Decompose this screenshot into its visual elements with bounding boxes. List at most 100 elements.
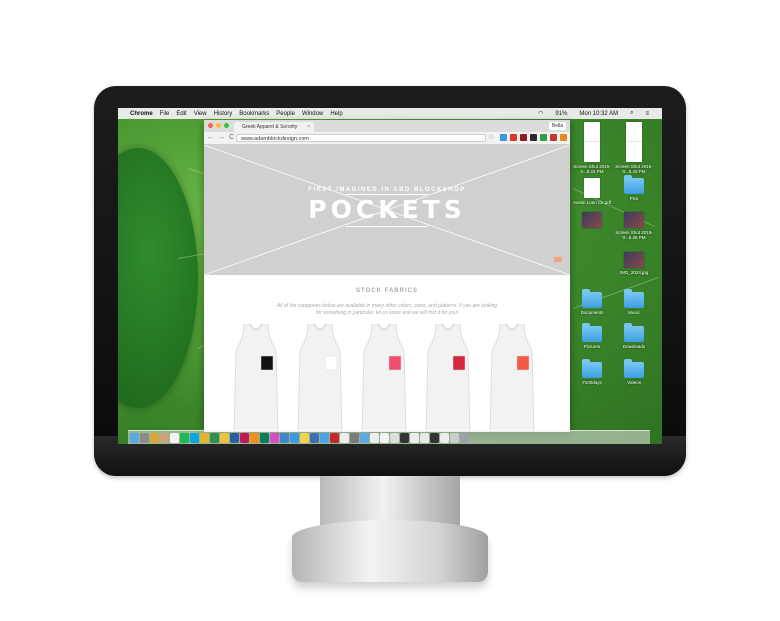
desktop-screen: Chrome File Edit View History Bookmarks …: [118, 108, 662, 444]
dock-doc8-icon[interactable]: [440, 432, 449, 443]
extension-icon[interactable]: [550, 134, 557, 141]
dock-skype-icon[interactable]: [190, 432, 199, 443]
tab-close-icon[interactable]: ×: [307, 122, 310, 132]
desktop-icon[interactable]: Music: [614, 289, 654, 315]
desktop-icon[interactable]: Austin Loan Ck.pdf: [572, 178, 612, 205]
back-button[interactable]: ←: [207, 133, 214, 143]
pink-pocket-tank[interactable]: [358, 324, 410, 432]
chrome-window: Greek Apparel & Sorority × Bella ← → C w…: [204, 120, 570, 432]
dock-spotify-icon[interactable]: [180, 432, 189, 443]
dock-calendar-icon[interactable]: [170, 432, 179, 443]
dock-doc3-icon[interactable]: [390, 432, 399, 443]
battery-label[interactable]: 91%: [555, 111, 567, 117]
clock-label[interactable]: Mon 10:32 AM: [579, 111, 618, 117]
menu-history[interactable]: History: [214, 111, 233, 117]
dock-doc7-icon[interactable]: [430, 432, 439, 443]
dock-finder-icon[interactable]: [130, 432, 139, 443]
menu-view[interactable]: View: [194, 111, 207, 117]
desktop-icon[interactable]: [572, 122, 612, 144]
dock-mail-icon[interactable]: [320, 432, 329, 443]
minimize-window-icon[interactable]: [216, 123, 221, 128]
dock-doc5-icon[interactable]: [410, 432, 419, 443]
hero-badge[interactable]: [554, 257, 562, 262]
white-pocket-tank[interactable]: [294, 324, 346, 432]
menu-file[interactable]: File: [160, 111, 170, 117]
profile-button[interactable]: Bella: [548, 122, 566, 130]
dock-contacts-icon[interactable]: [160, 432, 169, 443]
dock-trash-icon[interactable]: [460, 432, 469, 443]
zoom-window-icon[interactable]: [224, 123, 229, 128]
dock-doc6-icon[interactable]: [420, 432, 429, 443]
dock-doc4-icon[interactable]: [400, 432, 409, 443]
menu-help[interactable]: Help: [330, 111, 342, 117]
dock-notes2-icon[interactable]: [300, 432, 309, 443]
desktop-icon-label: Pictures: [583, 344, 601, 349]
coral-pocket-tank[interactable]: [486, 324, 538, 432]
document-icon: [584, 142, 600, 162]
dock-photos-icon[interactable]: [150, 432, 159, 443]
browser-tab[interactable]: Greek Apparel & Sorority ×: [234, 122, 314, 132]
dock-chrome-icon[interactable]: [200, 432, 209, 443]
document-icon: [626, 142, 642, 162]
dock-calculator-icon[interactable]: [350, 432, 359, 443]
extension-icon[interactable]: [500, 134, 507, 141]
dock-safari-icon[interactable]: [290, 432, 299, 443]
dock-preview-icon[interactable]: [280, 432, 289, 443]
desktop-icon[interactable]: Downloads: [614, 323, 654, 349]
bookmark-star-icon[interactable]: ☆: [488, 133, 494, 141]
desktop-icon-label: Screen Shot 2015-0...6.24 PM: [573, 164, 611, 174]
desktop-icon[interactable]: Documents: [572, 289, 612, 315]
window-controls: [208, 123, 229, 128]
desktop-icon[interactable]: Videos: [614, 359, 654, 385]
dock-photoshop-icon[interactable]: [230, 432, 239, 443]
dock-finder2-icon[interactable]: [360, 432, 369, 443]
dock-notes-icon[interactable]: [220, 432, 229, 443]
dock-text-icon[interactable]: [340, 432, 349, 443]
desktop-icon[interactable]: IMG_2024.jpg: [614, 252, 654, 275]
menu-bookmarks[interactable]: Bookmarks: [239, 111, 269, 117]
dock-keynote-icon[interactable]: [310, 432, 319, 443]
menu-chrome[interactable]: Chrome: [130, 111, 153, 117]
dock-illustrator-icon[interactable]: [250, 432, 259, 443]
desktop-icon[interactable]: [572, 212, 612, 230]
close-window-icon[interactable]: [208, 123, 213, 128]
section-title: STOCK FABRICS: [356, 288, 418, 294]
reload-button[interactable]: C: [229, 133, 234, 143]
dock-itunes-icon[interactable]: [270, 432, 279, 443]
desktop-icon[interactable]: Pictures: [572, 323, 612, 349]
dock-doc9-icon[interactable]: [450, 432, 459, 443]
extension-icon[interactable]: [540, 134, 547, 141]
monitor-stand-foot: [292, 520, 488, 582]
browser-toolbar: ← → C www.adamblockdesign.com ☆: [204, 132, 570, 145]
extension-icon[interactable]: [510, 134, 517, 141]
forward-button[interactable]: →: [218, 133, 225, 143]
desktop-icon[interactable]: Screen Shot 2015-0...5.43 PM: [614, 142, 654, 174]
dock-indesign-icon[interactable]: [240, 432, 249, 443]
menu-icon[interactable]: [560, 134, 567, 141]
menu-window[interactable]: Window: [302, 111, 323, 117]
extension-icon[interactable]: [530, 134, 537, 141]
desktop-icon[interactable]: #100days: [572, 359, 612, 385]
desktop-icon[interactable]: [614, 122, 654, 144]
dock: [128, 430, 650, 444]
menu-edit[interactable]: Edit: [176, 111, 186, 117]
desktop-icon-label: Pics: [629, 196, 639, 201]
search-icon[interactable]: ⌕: [630, 110, 633, 117]
dock-doc1-icon[interactable]: [370, 432, 379, 443]
extension-icon[interactable]: [520, 134, 527, 141]
dock-drive-icon[interactable]: [210, 432, 219, 443]
dock-launchpad-icon[interactable]: [140, 432, 149, 443]
desktop-icon[interactable]: Pics: [614, 175, 654, 201]
wifi-icon[interactable]: ◠: [538, 110, 543, 117]
desktop-icon-label: Austin Loan Ck.pdf: [572, 200, 612, 205]
red-pocket-tank[interactable]: [422, 324, 474, 432]
dock-acrobat-icon[interactable]: [330, 432, 339, 443]
desktop-icon[interactable]: Screen Shot 2015-0...6.24 PM: [572, 142, 612, 174]
desktop-icon[interactable]: Screen Shot 2015-0...5.26 PM: [614, 212, 654, 240]
notification-icon[interactable]: ≡: [645, 111, 649, 117]
dock-doc2-icon[interactable]: [380, 432, 389, 443]
black-pocket-tank[interactable]: [230, 324, 282, 432]
address-bar[interactable]: www.adamblockdesign.com: [236, 134, 486, 142]
menu-people[interactable]: People: [276, 111, 295, 117]
dock-audition-icon[interactable]: [260, 432, 269, 443]
